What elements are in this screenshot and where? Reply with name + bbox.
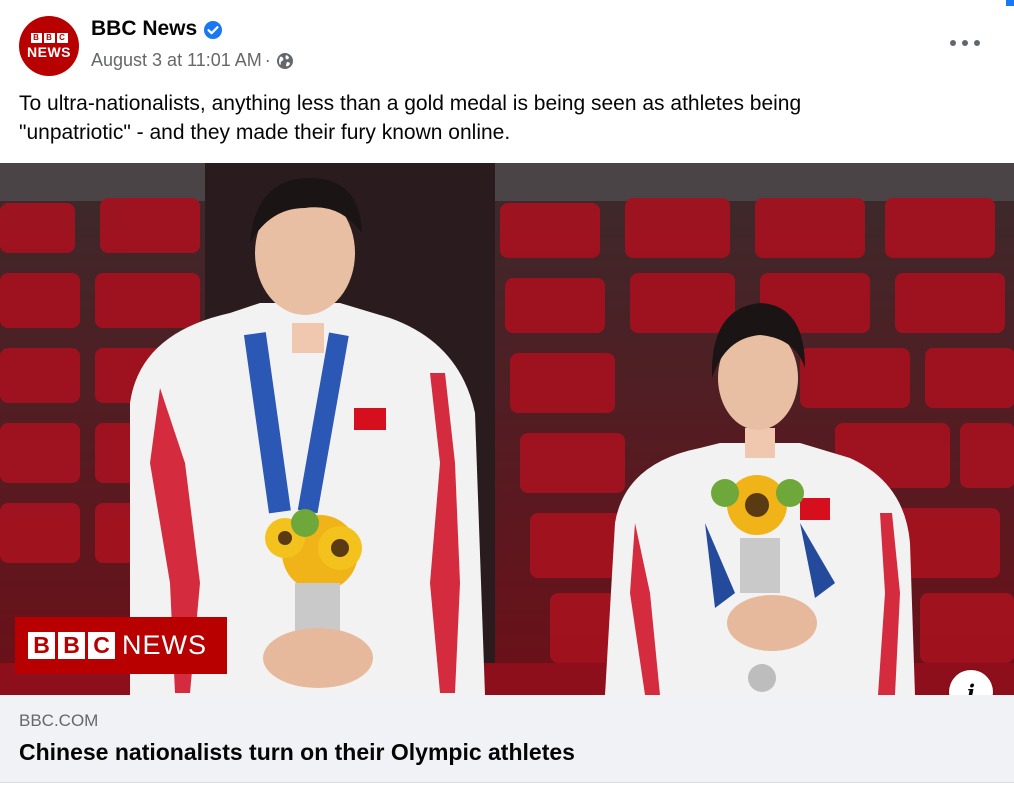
scrollbar-edge [1006, 0, 1014, 6]
avatar-news-text: NEWS [27, 44, 71, 60]
post-message-line-1: To ultra-nationalists, anything less tha… [19, 92, 802, 115]
page-name-link[interactable]: BBC News [91, 17, 197, 41]
watermark-news-text: NEWS [122, 630, 207, 660]
more-dot [962, 40, 968, 46]
meta-separator: · [264, 50, 271, 70]
bbc-news-watermark: B B C NEWS [15, 617, 227, 674]
avatar-block-b2: B [43, 33, 55, 43]
verified-badge-icon [204, 21, 222, 39]
more-dot [950, 40, 956, 46]
watermark-block-c: C [88, 632, 115, 659]
post-message-line-2: "unpatriotic" - and they made their fury… [19, 121, 511, 144]
more-dot [974, 40, 980, 46]
watermark-block-b2: B [58, 632, 85, 659]
post-message: To ultra-nationalists, anything less tha… [19, 89, 979, 147]
post-timestamp[interactable]: August 3 at 11:01 AM [91, 50, 262, 71]
facebook-post: B B C NEWS BBC News August 3 at 11:01 AM… [0, 0, 1014, 786]
avatar-block-b1: B [30, 33, 42, 43]
watermark-block-b1: B [28, 632, 55, 659]
link-headline[interactable]: Chinese nationalists turn on their Olymp… [19, 739, 575, 766]
post-meta: August 3 at 11:01 AM · [91, 50, 294, 71]
page-avatar[interactable]: B B C NEWS [19, 16, 79, 76]
avatar-block-c: C [56, 33, 68, 43]
link-preview-caption[interactable]: BBC.COM Chinese nationalists turn on the… [0, 695, 1014, 783]
more-options-icon[interactable] [950, 33, 980, 53]
link-preview-image[interactable] [0, 163, 1014, 695]
link-domain: BBC.COM [19, 711, 99, 730]
globe-icon[interactable] [276, 52, 294, 70]
avatar-bbc-blocks: B B C [30, 33, 68, 43]
olympic-athletes-photo [0, 163, 1014, 695]
